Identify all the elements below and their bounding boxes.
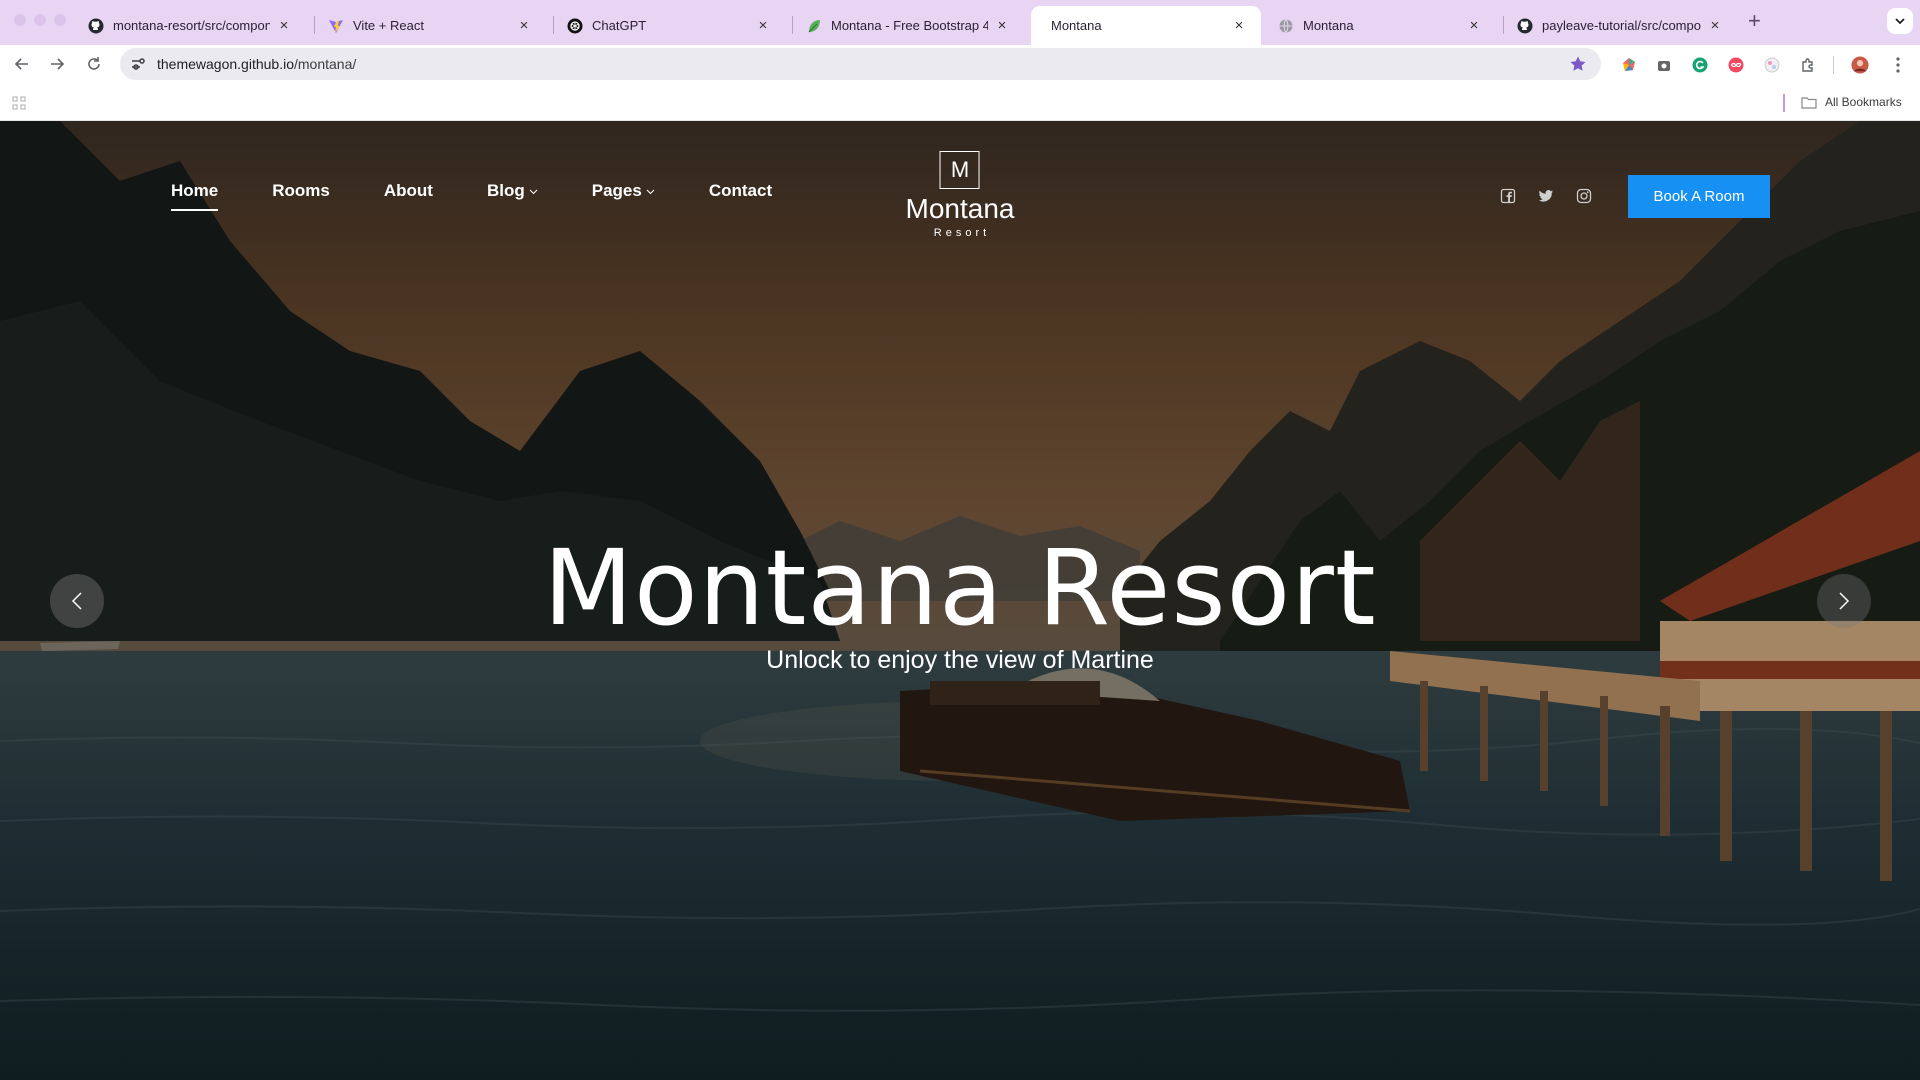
chevron-right-icon — [1839, 592, 1850, 610]
browser-tab-4[interactable]: Montana - Free Bootstrap 4 H × — [792, 6, 1024, 45]
social-links — [1500, 188, 1592, 204]
close-icon[interactable]: × — [1466, 17, 1482, 34]
apps-grid-icon[interactable] — [12, 96, 26, 110]
all-bookmarks-label: All Bookmarks — [1825, 95, 1902, 109]
browser-tab-2[interactable]: Vite + React × — [314, 6, 546, 45]
tab-title: Montana — [1051, 18, 1102, 33]
book-a-room-button[interactable]: Book A Room — [1628, 175, 1770, 218]
browser-tab-7[interactable]: payleave-tutorial/src/compon × — [1503, 6, 1737, 45]
kebab-menu-icon[interactable] — [1889, 56, 1907, 74]
site-main-nav: Home Rooms About Blog Pages Contact — [171, 181, 772, 211]
puzzle-colorful-icon[interactable] — [1763, 56, 1781, 74]
new-tab-button[interactable]: + — [1748, 8, 1761, 34]
logo-tagline: Resort — [933, 227, 991, 239]
tab-title: Montana - Free Bootstrap 4 H — [831, 18, 988, 33]
close-icon[interactable]: × — [755, 17, 771, 34]
nav-blog[interactable]: Blog — [487, 181, 538, 201]
color-extension-icon[interactable] — [1620, 56, 1638, 74]
site-logo[interactable]: M Montana Resort — [905, 151, 1015, 239]
tab-title: montana-resort/src/compone — [113, 18, 270, 33]
site-info-icon[interactable] — [130, 56, 146, 72]
tab-title: Vite + React — [353, 18, 424, 33]
tab-title: payleave-tutorial/src/compon — [1542, 18, 1701, 33]
close-icon[interactable]: × — [516, 17, 532, 34]
hero-subtitle: Unlock to enjoy the view of Martine — [766, 646, 1154, 674]
back-button[interactable] — [10, 52, 34, 76]
close-icon[interactable]: × — [1231, 17, 1247, 34]
nav-blog-label: Blog — [486, 181, 525, 200]
close-icon[interactable]: × — [1707, 17, 1723, 34]
vite-icon — [328, 18, 344, 34]
bookmarks-bar: All Bookmarks — [0, 83, 1920, 121]
nav-home[interactable]: Home — [171, 181, 219, 211]
github-icon — [88, 18, 104, 34]
hero-title: Montana Resort — [543, 527, 1377, 649]
browser-tab-5-active[interactable]: Montana × — [1031, 6, 1261, 45]
window-close-dot[interactable] — [14, 14, 26, 26]
carousel-prev-button[interactable] — [50, 574, 104, 628]
reload-button[interactable] — [82, 52, 106, 76]
hero-section: Home Rooms About Blog Pages Contact M Mo… — [0, 121, 1920, 1080]
all-bookmarks-button[interactable]: All Bookmarks — [1801, 95, 1902, 109]
chatgpt-icon — [567, 18, 583, 34]
twitter-icon[interactable] — [1538, 188, 1554, 204]
tab-title: Montana — [1303, 18, 1354, 33]
grammarly-icon[interactable] — [1691, 56, 1709, 74]
close-icon[interactable]: × — [276, 17, 292, 34]
logo-name: Montana — [905, 193, 1015, 224]
nav-pages-label: Pages — [591, 181, 642, 200]
profile-avatar[interactable] — [1851, 56, 1869, 74]
browser-tab-1[interactable]: montana-resort/src/compone × — [74, 6, 306, 45]
arrow-left-icon — [14, 58, 28, 70]
infinity-extension-icon[interactable] — [1727, 56, 1745, 74]
address-bar[interactable]: themewagon.github.io/montana/ — [120, 48, 1601, 80]
facebook-icon[interactable] — [1500, 188, 1516, 204]
browser-tab-3[interactable]: ChatGPT × — [553, 6, 785, 45]
logo-mark: M — [940, 151, 980, 189]
github-icon — [1517, 18, 1533, 34]
folder-icon — [1801, 96, 1817, 109]
carousel-next-button[interactable] — [1817, 574, 1871, 628]
url-text: themewagon.github.io/montana/ — [157, 56, 356, 72]
globe-icon — [1278, 18, 1294, 34]
star-icon[interactable] — [1569, 55, 1587, 73]
window-minimize-dot[interactable] — [34, 14, 46, 26]
arrow-right-icon — [51, 58, 65, 70]
url-path: /montana/ — [294, 56, 357, 72]
forward-button[interactable] — [45, 52, 69, 76]
window-zoom-dot[interactable] — [54, 14, 66, 26]
extensions-puzzle-icon[interactable] — [1799, 56, 1817, 74]
nav-pages[interactable]: Pages — [592, 181, 655, 201]
close-icon[interactable]: × — [994, 17, 1010, 34]
bag-extension-icon[interactable] — [1655, 56, 1673, 74]
chevron-down-icon — [529, 189, 538, 194]
nav-rooms[interactable]: Rooms — [272, 181, 330, 201]
chevron-down-icon — [1895, 18, 1905, 25]
leaf-icon — [806, 18, 822, 34]
tab-title: ChatGPT — [592, 18, 647, 33]
chevron-down-icon — [646, 189, 655, 194]
nav-about[interactable]: About — [384, 181, 433, 201]
instagram-icon[interactable] — [1576, 188, 1592, 204]
url-host: themewagon.github.io — [157, 56, 294, 72]
browser-toolbar: themewagon.github.io/montana/ — [0, 45, 1920, 83]
browser-tab-6[interactable]: Montana × — [1264, 6, 1496, 45]
chevron-left-icon — [71, 592, 82, 610]
tab-search-button[interactable] — [1887, 8, 1913, 34]
reload-icon — [88, 57, 100, 70]
nav-contact[interactable]: Contact — [709, 181, 772, 201]
browser-tab-strip: montana-resort/src/compone × Vite + Reac… — [0, 0, 1920, 45]
